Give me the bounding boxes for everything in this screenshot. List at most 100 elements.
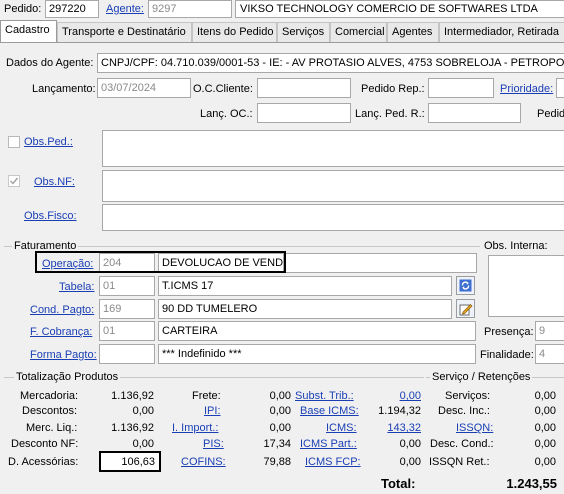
tab-agentes[interactable]: Agentes	[387, 22, 439, 42]
agente-code-field[interactable]: 9297	[148, 0, 232, 18]
cond-pagto-link[interactable]: Cond. Pagto:	[30, 304, 94, 317]
descontos-value: 0,00	[132, 405, 154, 417]
icms-fcp-value: 0,00	[399, 456, 421, 468]
presenca-field[interactable]: 9	[535, 321, 564, 341]
icms-fcp-link[interactable]: ICMS FCP:	[305, 456, 361, 469]
lanc-oc-field[interactable]	[257, 103, 351, 123]
forma-pagto-link[interactable]: Forma Pagto:	[30, 349, 97, 362]
edit-pencil-icon	[459, 303, 472, 315]
finalidade-label: Finalidade:	[480, 349, 534, 361]
forma-pagto-code-field[interactable]	[99, 344, 155, 364]
tab-cadastro[interactable]: Cadastro	[0, 20, 57, 43]
subst-trib-link[interactable]: Subst. Trib.:	[295, 390, 354, 403]
cobranca-code-field[interactable]: 01	[99, 321, 155, 341]
lanc-ped-r-label: Lanç. Ped. R.:	[355, 108, 425, 120]
pedido-number-field[interactable]: 297220	[45, 0, 99, 18]
obs-ped-checkbox[interactable]	[8, 136, 20, 148]
tabela-name-field: T.ICMS 17	[158, 276, 452, 296]
tab-servicos[interactable]: Serviços	[277, 22, 330, 42]
forma-pagto-name-field: *** Indefinido ***	[158, 344, 476, 364]
edit-cond-pagto-button[interactable]	[456, 299, 475, 318]
lanc-oc-label: Lanç. OC.:	[200, 108, 253, 120]
total-label: Total:	[381, 476, 416, 491]
lancamento-label: Lançamento:	[32, 83, 96, 95]
dados-agente-field: CNPJ/CPF: 04.710.039/0001-53 - IE: - AV …	[97, 53, 564, 73]
desc-cond-value: 0,00	[534, 438, 556, 450]
obs-nf-link[interactable]: Obs.NF:	[34, 176, 75, 189]
icms-link[interactable]: ICMS:	[326, 422, 357, 435]
subst-trib-value[interactable]: 0,00	[370, 390, 421, 403]
i-import-link[interactable]: I. Import.:	[172, 422, 218, 435]
cofins-value: 79,88	[263, 456, 291, 468]
operacao-name-extension	[284, 253, 477, 273]
prioridade-link[interactable]: Prioridade:	[500, 83, 553, 96]
lanc-ped-r-field[interactable]	[428, 103, 521, 123]
pedido-cut-label: Pedid	[537, 108, 564, 120]
oc-cliente-field[interactable]	[257, 78, 351, 98]
issqn-value: 0,00	[534, 422, 556, 434]
icms-value[interactable]: 143,32	[370, 422, 421, 435]
presenca-label: Presença:	[484, 326, 534, 338]
totalizacao-title: Totalização Produtos	[14, 371, 121, 384]
frete-value: 0,00	[269, 390, 291, 402]
prioridade-field[interactable]	[556, 78, 564, 98]
highlight-d-acessorias	[99, 451, 161, 472]
tab-intermediador[interactable]: Intermediador, Retirada	[439, 22, 564, 42]
desconto-nf-label: Desconto NF:	[11, 438, 79, 450]
obs-ped-link[interactable]: Obs.Ped.:	[24, 136, 73, 149]
pedido-rep-field[interactable]	[428, 78, 494, 98]
cobranca-name-field: CARTEIRA	[158, 321, 476, 341]
finalidade-field[interactable]: 4	[535, 344, 564, 364]
pedido-rep-label: Pedido Rep.:	[361, 83, 425, 95]
cofins-link[interactable]: COFINS:	[181, 456, 226, 469]
tab-transporte[interactable]: Transporte e Destinatário	[57, 22, 192, 42]
agente-name-field: VIKSO TECHNOLOGY COMERCIO DE SOFTWARES L…	[235, 0, 564, 18]
tab-divider	[0, 42, 564, 43]
servicos-label: Serviços:	[445, 390, 491, 402]
tab-itens-pedido[interactable]: Itens do Pedido	[192, 22, 277, 42]
d-acessorias-label: D. Acessórias:	[8, 456, 79, 468]
descontos-label: Descontos:	[22, 405, 78, 417]
tab-comercial[interactable]: Comercial	[330, 22, 387, 42]
lancamento-field[interactable]: 03/07/2024	[97, 78, 191, 98]
icms-part-link[interactable]: ICMS Part.:	[300, 438, 357, 451]
obs-nf-checkbox[interactable]	[8, 175, 20, 187]
obs-fisco-link[interactable]: Obs.Fisco:	[24, 210, 77, 223]
obs-interna-textarea[interactable]	[488, 255, 564, 317]
obs-nf-textarea[interactable]	[102, 170, 564, 202]
ipi-link[interactable]: IPI:	[204, 405, 221, 418]
ipi-value: 0,00	[269, 405, 291, 417]
base-icms-link[interactable]: Base ICMS:	[300, 405, 359, 418]
tabela-code-field[interactable]: 01	[99, 276, 155, 296]
total-value: 1.243,55	[506, 476, 557, 491]
checkmark-icon	[10, 177, 19, 185]
icms-part-value: 0,00	[399, 438, 421, 450]
servico-retencoes-title: Serviço / Retenções	[430, 371, 533, 384]
merc-liq-label: Merc. Liq.:	[26, 422, 78, 434]
desc-inc-value: 0,00	[534, 405, 556, 417]
desc-inc-label: Desc. Inc.:	[438, 405, 490, 417]
issqn-ret-label: ISSQN Ret.:	[429, 456, 490, 468]
obs-interna-label: Obs. Interna:	[484, 240, 548, 252]
pis-link[interactable]: PIS:	[203, 438, 224, 451]
issqn-ret-value: 0,00	[534, 456, 556, 468]
dados-agente-label: Dados do Agente:	[6, 57, 94, 69]
base-icms-value: 1.194,32	[378, 405, 421, 417]
refresh-icon	[459, 279, 472, 292]
cond-pagto-name-field: 90 DD TUMELERO	[158, 299, 452, 319]
refresh-tabela-button[interactable]	[456, 276, 475, 295]
oc-cliente-label: O.C.Cliente:	[193, 83, 253, 95]
mercadoria-value: 1.136,92	[111, 390, 154, 402]
obs-ped-textarea[interactable]	[102, 130, 564, 167]
frete-label: Frete:	[192, 390, 221, 402]
agente-link[interactable]: Agente:	[106, 3, 144, 16]
merc-liq-value: 1.136,92	[111, 422, 154, 434]
desconto-nf-value: 0,00	[132, 438, 154, 450]
mercadoria-label: Mercadoria:	[20, 390, 79, 402]
obs-fisco-textarea[interactable]	[102, 204, 564, 231]
cond-pagto-code-field[interactable]: 169	[99, 299, 155, 319]
f-cobranca-link[interactable]: F. Cobrança:	[30, 326, 92, 339]
tabela-link[interactable]: Tabela:	[59, 281, 94, 294]
desc-cond-label: Desc. Cond.:	[430, 438, 494, 450]
issqn-link[interactable]: ISSQN:	[456, 422, 493, 435]
